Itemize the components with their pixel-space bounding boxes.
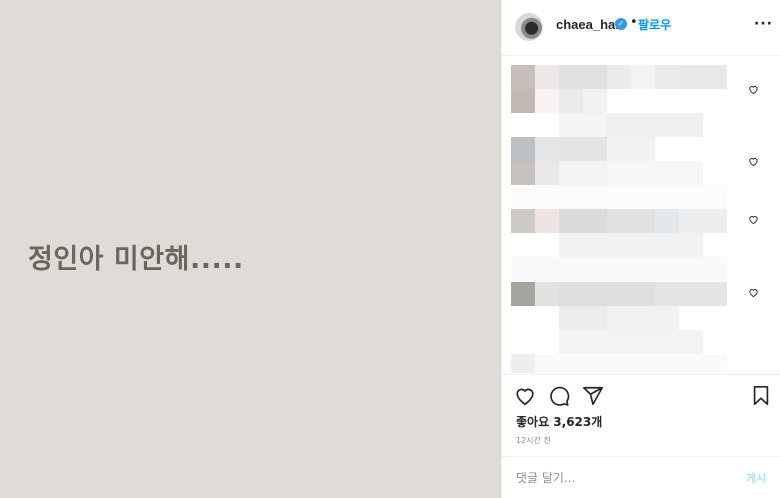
username-link[interactable]: chaea_han: [556, 17, 623, 32]
comment-like-heart-icon[interactable]: [748, 156, 759, 167]
follow-button[interactable]: 팔로우: [638, 16, 671, 33]
comment-box: 게시: [502, 456, 780, 498]
comment-icon[interactable]: [548, 385, 570, 407]
post-image[interactable]: 정인아 미안해.....: [0, 0, 501, 498]
post-timestamp[interactable]: 12시간 전: [516, 435, 551, 446]
verified-badge-icon: ✓: [615, 18, 627, 30]
heart-icon[interactable]: [514, 385, 536, 407]
share-icon[interactable]: [582, 385, 604, 407]
bookmark-icon[interactable]: [750, 385, 772, 407]
avatar[interactable]: [515, 13, 543, 41]
comment-like-heart-icon[interactable]: [748, 214, 759, 225]
post-comment-button[interactable]: 게시: [746, 470, 766, 486]
post-actions: 좋아요 3,623개 12시간 전: [502, 374, 780, 456]
comments-list[interactable]: [502, 57, 780, 373]
likes-count[interactable]: 좋아요 3,623개: [516, 413, 602, 430]
comment-input[interactable]: [516, 467, 726, 489]
post-header: chaea_han ✓ • 팔로우 ···: [502, 0, 780, 56]
comment-like-heart-icon[interactable]: [748, 287, 759, 298]
post-image-text: 정인아 미안해.....: [28, 244, 244, 275]
comment-like-heart-icon[interactable]: [748, 84, 759, 95]
more-options-icon[interactable]: ···: [754, 16, 773, 32]
header-separator: •: [630, 15, 638, 30]
post-sidebar: chaea_han ✓ • 팔로우 ··· 좋아요 3,623개 12시간 전 …: [501, 0, 780, 498]
